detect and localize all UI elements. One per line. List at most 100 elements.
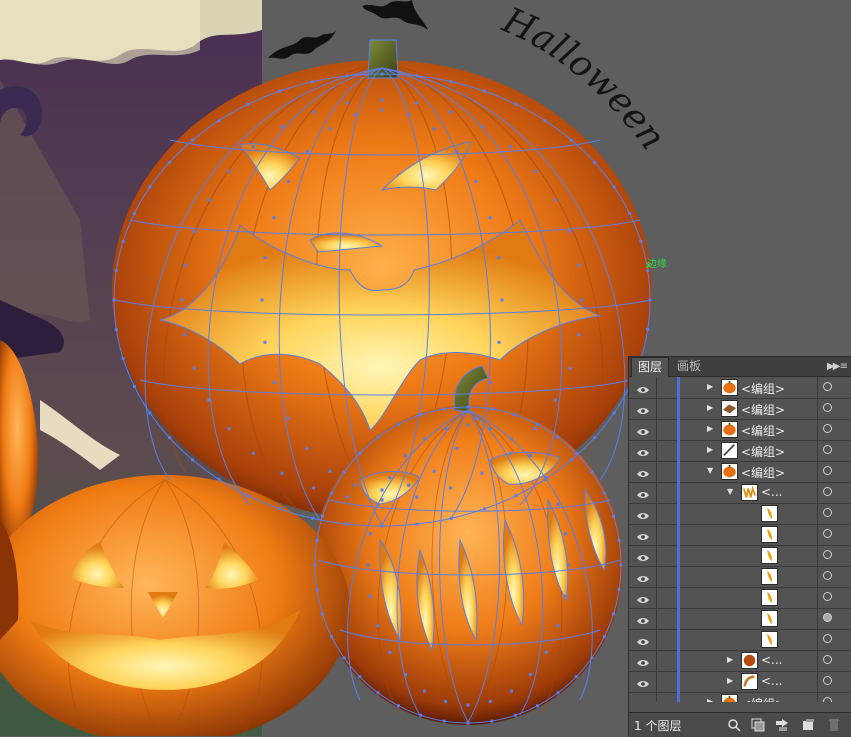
lock-column[interactable] — [656, 629, 657, 650]
lock-column[interactable] — [656, 377, 657, 398]
layer-row[interactable] — [629, 545, 851, 567]
visibility-eye-icon[interactable] — [637, 551, 649, 561]
target-circle-icon[interactable] — [823, 571, 832, 580]
anchor-point — [455, 150, 459, 153]
lock-column[interactable] — [656, 398, 657, 419]
anchor-point — [639, 240, 643, 243]
lock-column[interactable] — [656, 566, 657, 587]
target-circle-icon[interactable] — [823, 424, 832, 433]
layer-row[interactable] — [629, 608, 851, 630]
expand-arrow-icon[interactable]: ▶ — [707, 697, 713, 702]
expand-arrow-icon[interactable]: ▶ — [707, 382, 713, 391]
visibility-eye-icon[interactable] — [637, 467, 649, 477]
anchor-point — [148, 185, 152, 189]
target-circle-icon[interactable] — [823, 487, 832, 496]
layer-name[interactable]: <编组> — [741, 380, 785, 397]
expand-arrow-icon[interactable]: ▶ — [727, 655, 733, 664]
anchor-point — [313, 563, 317, 567]
expand-arrow-icon[interactable]: ▶ — [707, 445, 713, 454]
lock-column[interactable] — [656, 608, 657, 629]
layer-name[interactable]: <... — [761, 653, 783, 667]
visibility-eye-icon[interactable] — [637, 635, 649, 645]
layer-row[interactable]: ▶ <编组> — [629, 440, 851, 462]
visibility-eye-icon[interactable] — [637, 656, 649, 666]
layer-color-bar — [677, 377, 680, 398]
tab-artboards[interactable]: 画板 — [671, 357, 707, 376]
visibility-eye-icon[interactable] — [637, 530, 649, 540]
target-circle-icon[interactable] — [823, 655, 832, 664]
make-clipping-mask-icon[interactable] — [751, 718, 765, 732]
layer-name[interactable]: <... — [761, 485, 783, 499]
layer-row[interactable]: ▶ <... — [629, 650, 851, 672]
target-circle-icon[interactable] — [823, 697, 832, 702]
target-circle-icon[interactable] — [823, 592, 832, 601]
layer-row[interactable] — [629, 629, 851, 651]
target-circle-icon[interactable] — [823, 676, 832, 685]
visibility-eye-icon[interactable] — [637, 614, 649, 624]
layer-thumbnail — [721, 400, 738, 417]
visibility-eye-icon[interactable] — [637, 509, 649, 519]
visibility-eye-icon[interactable] — [637, 488, 649, 498]
layer-row[interactable] — [629, 566, 851, 588]
lock-column[interactable] — [656, 524, 657, 545]
layer-name[interactable]: <编组> — [741, 443, 785, 460]
target-circle-icon[interactable] — [823, 466, 832, 475]
collapse-arrow-icon[interactable]: ▼ — [727, 487, 733, 496]
visibility-eye-icon[interactable] — [637, 572, 649, 582]
visibility-eye-icon[interactable] — [637, 593, 649, 603]
anchor-point — [342, 470, 346, 474]
lock-column[interactable] — [656, 440, 657, 461]
layer-name[interactable]: <... — [761, 674, 783, 688]
lock-column[interactable] — [656, 419, 657, 440]
layer-name[interactable]: <编组> — [741, 401, 785, 418]
new-layer-icon[interactable] — [801, 718, 815, 732]
target-circle-icon[interactable] — [823, 613, 832, 622]
expand-arrow-icon[interactable]: ▶ — [707, 424, 713, 433]
visibility-eye-icon[interactable] — [637, 383, 649, 393]
tab-layers[interactable]: 图层 — [631, 357, 670, 377]
lock-column[interactable] — [656, 650, 657, 671]
lock-column[interactable] — [656, 482, 657, 503]
target-circle-icon[interactable] — [823, 508, 832, 517]
target-circle-icon[interactable] — [823, 529, 832, 538]
layer-row[interactable]: ▼ <编组> — [629, 461, 851, 483]
layers-panel[interactable]: 图层 画板 ▶▶ ≡ ▶ <编组> ▶ <编组> ▶ <编组> ▶ <编组> ▼ <编组> ▼ <..… — [628, 356, 851, 737]
layer-name[interactable]: <编组> — [741, 422, 785, 439]
layer-row[interactable]: ▶ <编组> — [629, 692, 851, 702]
visibility-eye-icon[interactable] — [637, 404, 649, 414]
target-circle-icon[interactable] — [823, 550, 832, 559]
target-circle-icon[interactable] — [823, 634, 832, 643]
lock-column[interactable] — [656, 671, 657, 692]
locate-object-icon[interactable] — [727, 718, 741, 732]
panel-menu-icon[interactable]: ▶▶ ≡ — [827, 357, 848, 376]
layer-row[interactable] — [629, 587, 851, 609]
lock-column[interactable] — [656, 503, 657, 524]
lock-column[interactable] — [656, 461, 657, 482]
collapse-arrow-icon[interactable]: ▼ — [707, 466, 713, 475]
delete-layer-icon[interactable] — [827, 718, 841, 732]
layer-row[interactable] — [629, 503, 851, 525]
layer-row[interactable]: ▶ <编组> — [629, 419, 851, 441]
target-circle-icon[interactable] — [823, 382, 832, 391]
target-circle-icon[interactable] — [823, 403, 832, 412]
visibility-eye-icon[interactable] — [637, 677, 649, 687]
layer-row[interactable]: ▶ <... — [629, 671, 851, 693]
layer-name[interactable]: <编组> — [741, 464, 785, 481]
expand-arrow-icon[interactable]: ▶ — [707, 403, 713, 412]
new-sublayer-icon[interactable] — [775, 718, 789, 732]
layer-name[interactable]: <编组> — [741, 695, 785, 702]
anchor-point — [509, 437, 513, 441]
layer-row[interactable]: ▶ <编组> — [629, 377, 851, 399]
layer-row[interactable]: ▶ <编组> — [629, 398, 851, 420]
lock-column[interactable] — [656, 692, 657, 702]
target-circle-icon[interactable] — [823, 445, 832, 454]
layer-row[interactable]: ▼ <... — [629, 482, 851, 504]
lock-column[interactable] — [656, 587, 657, 608]
layer-row[interactable] — [629, 524, 851, 546]
lock-column[interactable] — [656, 545, 657, 566]
expand-arrow-icon[interactable]: ▶ — [727, 676, 733, 685]
layer-list[interactable]: ▶ <编组> ▶ <编组> ▶ <编组> ▶ <编组> ▼ <编组> ▼ <... ▶ <... ▶ <...… — [629, 377, 851, 702]
visibility-eye-icon[interactable] — [637, 446, 649, 456]
visibility-eye-icon[interactable] — [637, 425, 649, 435]
visibility-eye-icon[interactable] — [637, 698, 649, 702]
